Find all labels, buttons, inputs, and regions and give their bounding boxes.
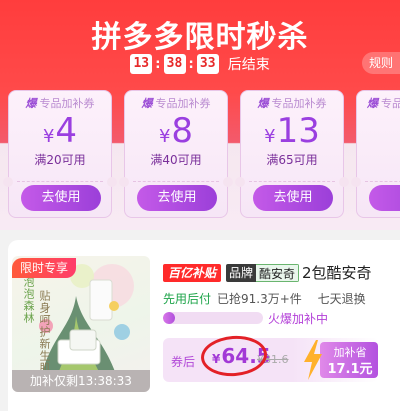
coupon-notch	[223, 177, 233, 187]
countdown-suffix: 后结束	[227, 57, 270, 73]
return-policy: 七天退换	[317, 292, 366, 306]
coupon-hot-tag: 爆	[257, 97, 269, 110]
price-after-coupon-label: 券后	[171, 355, 196, 369]
coupon-header: 爆专品加补券	[357, 95, 400, 111]
subsidy-tag: 百亿补贴	[163, 264, 221, 282]
countdown-colon: :	[188, 56, 194, 72]
subsidy-progress-bar	[163, 312, 263, 324]
coupon-card[interactable]: 爆专品加补券 ¥8 满40可用 去使用	[119, 90, 233, 218]
coupon-divider	[365, 181, 400, 182]
coupon-divider	[133, 181, 219, 182]
brand-tag: 品牌 酷安奇	[226, 264, 300, 282]
coupon-card[interactable]: 爆专品加补券	[351, 90, 400, 218]
countdown-hours: 13	[130, 54, 153, 74]
service-line: 先用后付 已抢91.3万+件 七天退换	[163, 290, 366, 307]
coupon-hot-tag: 爆	[141, 97, 153, 110]
page-title: 拼多多限时秒杀	[91, 20, 309, 55]
savings-amount: 17.1元	[327, 362, 373, 377]
coupon-amount-value: 13	[276, 111, 320, 151]
product-image-text: 泡泡森林	[22, 276, 35, 324]
coupon-condition: 满40可用	[150, 153, 202, 167]
currency-symbol: ¥	[264, 126, 276, 147]
product-image-text: 贴身呵护新生肌	[38, 290, 51, 374]
coupon-notch	[339, 177, 349, 187]
coupon-card[interactable]: 爆专品加补券 ¥4 满20可用 去使用	[3, 90, 117, 218]
coupon-hot-tag: 爆	[25, 97, 37, 110]
coupon-header: 爆专品加补券	[9, 95, 111, 111]
coupon-notch	[3, 177, 13, 187]
subsidy-countdown-banner: 加补仅剩13:38:33	[12, 370, 150, 392]
coupon-notch	[351, 177, 361, 187]
currency-symbol: ¥	[158, 126, 171, 147]
original-price-value: 81.6	[264, 353, 289, 366]
coupon-hot-tag: 爆	[367, 97, 378, 110]
coupon-title: 专品加补券	[381, 97, 400, 110]
coupon-header: 爆专品加补券	[241, 95, 343, 111]
progress-label: 火爆加补中	[268, 312, 329, 326]
coupon-divider	[17, 181, 103, 182]
coupon-notch	[107, 177, 117, 187]
use-coupon-button[interactable]: 去使用	[253, 185, 333, 211]
coupon-notch	[119, 177, 129, 187]
coupon-amount-value: 8	[171, 111, 194, 151]
progress-fill	[163, 312, 175, 324]
coupon-card[interactable]: 爆专品加补券 ¥13 满65可用 去使用	[235, 90, 349, 218]
coupon-condition: 满20可用	[34, 153, 86, 167]
coupon-header: 爆专品加补券	[125, 95, 227, 111]
countdown-minutes: 38	[163, 54, 186, 74]
pay-later-label: 先用后付	[163, 292, 212, 306]
use-coupon-button[interactable]: 去使用	[137, 185, 217, 211]
brand-tag-value: 酷安奇	[256, 264, 300, 282]
lightning-icon	[304, 340, 322, 380]
countdown-seconds: 33	[196, 54, 219, 74]
limited-promo-badge: 限时专享	[12, 258, 76, 278]
product-title[interactable]: 2包酷安奇	[302, 262, 372, 283]
use-coupon-button[interactable]	[369, 185, 400, 211]
use-coupon-button[interactable]: 去使用	[21, 185, 101, 211]
rules-button[interactable]: 规则	[362, 52, 400, 74]
countdown-timer: 13 : 38 : 33 后结束	[0, 54, 400, 74]
flash-sale-header: 拼多多限时秒杀 13 : 38 : 33 后结束 规则 爆专品加补券 ¥4 满2…	[0, 0, 400, 230]
coupon-amount-value: 4	[55, 111, 78, 151]
coupon-title: 专品加补券	[39, 97, 95, 110]
coupon-divider	[249, 181, 335, 182]
coupon-condition: 满65可用	[266, 153, 318, 167]
countdown-colon: :	[155, 56, 161, 72]
currency-symbol: ¥	[42, 126, 55, 147]
sold-count: 已抢91.3万+件	[217, 292, 302, 306]
coupon-title: 专品加补券	[271, 97, 327, 110]
separator	[308, 292, 312, 306]
brand-tag-key: 品牌	[226, 264, 257, 282]
coupon-notch	[235, 177, 245, 187]
coupon-title: 专品加补券	[155, 97, 211, 110]
